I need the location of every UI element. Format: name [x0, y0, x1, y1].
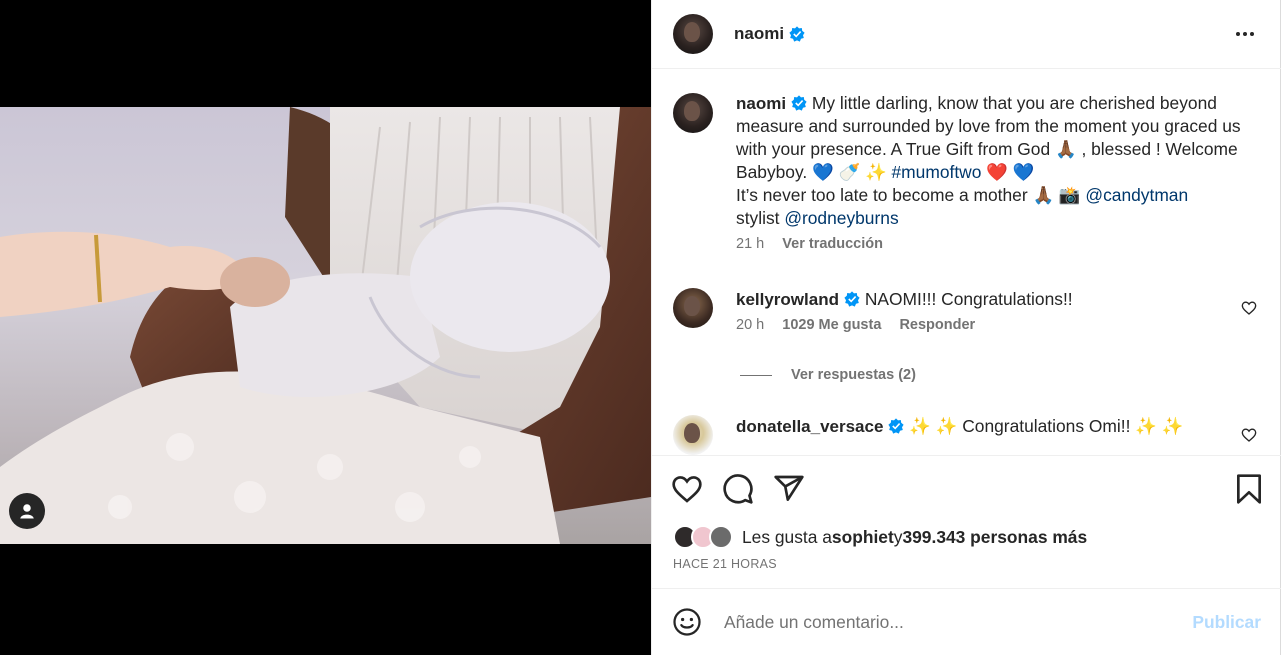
- replies-divider: [740, 374, 772, 376]
- comment-avatar[interactable]: [673, 288, 713, 328]
- heart-icon[interactable]: [1241, 427, 1257, 443]
- verified-icon: [888, 418, 905, 434]
- author-handle[interactable]: naomi: [734, 24, 784, 44]
- post-media: [0, 0, 651, 655]
- user-tag-icon: [20, 504, 34, 519]
- comment-body: NAOMI!!! Congratulations!!: [859, 289, 1073, 309]
- share-button[interactable]: [773, 473, 805, 505]
- comment-button[interactable]: [722, 473, 754, 505]
- mention-link[interactable]: @candytman: [1085, 185, 1188, 205]
- author-avatar[interactable]: [673, 14, 713, 54]
- post-caption: naomi My little darling, know that you a…: [673, 92, 1263, 252]
- caption-body-4: stylist: [736, 208, 785, 228]
- comment-item: donatella_versace ✨ ✨ Congratulations Om…: [673, 415, 1273, 455]
- photo-illustration: [0, 107, 651, 544]
- action-bar: [652, 455, 1281, 521]
- heart-icon[interactable]: [1241, 300, 1257, 316]
- caption-avatar[interactable]: [673, 93, 713, 133]
- comments-list[interactable]: naomi My little darling, know that you a…: [652, 70, 1281, 455]
- caption-handle[interactable]: naomi: [736, 94, 786, 113]
- caption-meta: 21 h Ver traducción: [736, 236, 1263, 252]
- verified-icon: [791, 95, 807, 111]
- reply-button[interactable]: Responder: [899, 317, 975, 333]
- verified-icon: [789, 26, 805, 42]
- comment-body: ✨ ✨ Congratulations Omi!! ✨ ✨: [904, 416, 1184, 436]
- verified-icon: [844, 291, 860, 307]
- comment-composer: Publicar: [652, 588, 1281, 655]
- comment-text: donatella_versace ✨ ✨ Congratulations Om…: [736, 415, 1273, 438]
- comment-avatar[interactable]: [673, 415, 713, 455]
- more-options-button[interactable]: [1233, 22, 1257, 46]
- caption-text: naomi My little darling, know that you a…: [736, 92, 1263, 230]
- share-icon: [774, 475, 804, 501]
- translate-button[interactable]: Ver traducción: [782, 236, 883, 252]
- more-icon: [1236, 32, 1240, 36]
- comment-icon: [723, 474, 753, 504]
- post-side-panel: naomi naomi My little darling, know that…: [651, 0, 1281, 655]
- view-replies-label: Ver respuestas (2): [791, 367, 916, 383]
- bookmark-icon: [1237, 474, 1261, 504]
- comment-item: kellyrowland NAOMI!!! Congratulations!! …: [673, 288, 1273, 333]
- save-button[interactable]: [1233, 473, 1265, 505]
- caption-age[interactable]: 21 h: [736, 236, 764, 252]
- like-button[interactable]: [671, 473, 703, 505]
- user-tag-button[interactable]: [9, 493, 45, 529]
- heart-icon: [672, 476, 702, 503]
- caption-body-3: It’s never too late to become a mother 🙏…: [736, 185, 1086, 205]
- mention-link[interactable]: @rodneyburns: [784, 208, 898, 228]
- comment-input[interactable]: [724, 611, 1164, 633]
- view-replies-button[interactable]: Ver respuestas (2): [740, 367, 916, 383]
- comment-handle[interactable]: donatella_versace: [736, 417, 883, 436]
- comment-text: kellyrowland NAOMI!!! Congratulations!!: [736, 288, 1273, 311]
- comment-meta: 20 h 1029 Me gusta Responder: [736, 317, 1273, 333]
- hashtag-link[interactable]: #mumoftwo: [892, 162, 982, 182]
- likes-middle: y: [893, 526, 903, 547]
- liker-name[interactable]: sophiet: [832, 527, 894, 548]
- publish-button[interactable]: Publicar: [1192, 612, 1261, 633]
- post-timestamp[interactable]: HACE 21 HORAS: [673, 557, 777, 571]
- emoji-icon[interactable]: [672, 607, 702, 637]
- comment-likes[interactable]: 1029 Me gusta: [782, 317, 881, 333]
- likes-prefix: Les gusta a: [742, 526, 832, 547]
- post-photo[interactable]: [0, 107, 651, 544]
- likes-summary[interactable]: Les gusta a sophiet y 399.343 personas m…: [673, 525, 1087, 549]
- caption-body-2: ❤️ 💙: [981, 162, 1035, 182]
- likes-count[interactable]: 399.343 personas más: [902, 527, 1087, 548]
- liker-avatars: [673, 525, 733, 549]
- comment-handle[interactable]: kellyrowland: [736, 290, 839, 309]
- liker-avatar: [709, 525, 733, 549]
- comment-age[interactable]: 20 h: [736, 317, 764, 333]
- post-header: naomi: [652, 0, 1281, 69]
